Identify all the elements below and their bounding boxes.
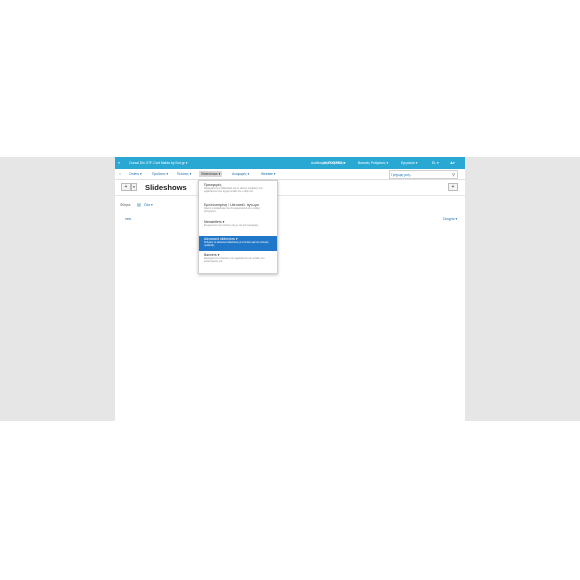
dropdown-item-title: Banners ▾	[204, 253, 220, 257]
dropdown-item-4[interactable]: Advanced slideshow ▾ Ρυθμίστε τα advance…	[199, 236, 277, 251]
top-navigation-bar: ≡ Cursal Dlx OTF-Cart Marks by Dot.gr ▾ …	[115, 157, 465, 169]
app-window: ≡ Cursal Dlx OTF-Cart Marks by Dot.gr ▾ …	[115, 157, 465, 421]
home-menu-icon[interactable]: ⌂	[119, 172, 121, 176]
items-dropdown[interactable]: Στοιχεία ▾	[443, 217, 457, 221]
menu-item-customers[interactable]: Πελάτες ▾	[177, 172, 191, 176]
dropdown-item-1[interactable]: Προσφορές Διαχειριστείτε τα slideshows κ…	[199, 183, 277, 203]
dropdown-item-title: Προσφορές	[204, 183, 222, 187]
dropdown-item-desc: Ρυθμίστε τα advanced slideshows με επιπλ…	[204, 242, 269, 247]
dropdown-item-title: Newsletters ▾	[204, 220, 225, 224]
top-menu-3[interactable]: Βασικές Ρυθμίσεις ▾	[358, 161, 388, 165]
menu-item-orders[interactable]: Orders ▾	[129, 172, 142, 176]
search-icon[interactable]: ⚲	[452, 172, 455, 177]
home-icon[interactable]: ≡	[118, 161, 120, 165]
page-title: Slideshows	[145, 183, 187, 192]
dropdown-item-desc: Ενημερώστε τους πελάτες σας με νέα και π…	[204, 225, 259, 227]
dropdown-item-title: Advanced slideshow ▾	[204, 237, 238, 241]
search-input[interactable]: Γρήγορη ροή...	[391, 173, 412, 177]
menu-item-reports[interactable]: Αναφορές ▾	[232, 172, 249, 176]
dropdown-item-3[interactable]: Newsletters ▾ Ενημερώστε τους πελάτες σα…	[199, 220, 277, 234]
dropdown-item-desc: Διαχειριστείτε τα slideshows και τις εικ…	[204, 188, 263, 193]
dropdown-item-2[interactable]: Εμπλουτισμένη / Lite κατάλ. άγνωμα Ορίστ…	[199, 203, 277, 220]
main-menu-bar: ⌂ Orders ▾ Προϊόντα ▾ Πελάτες ▾ Slidesho…	[115, 169, 465, 180]
right-action-button[interactable]: +	[448, 183, 458, 191]
filter-icon[interactable]: ▤	[137, 202, 141, 207]
app-title-menu[interactable]: Cursal Dlx OTF-Cart Marks by Dot.gr ▾	[129, 161, 187, 165]
quick-search-box[interactable]: Γρήγορη ροή... ⚲	[389, 170, 458, 179]
divider	[115, 195, 465, 196]
top-menu-4[interactable]: Εργαλεία ▾	[401, 161, 417, 165]
filter-dropdown[interactable]: Όλα ▾	[144, 203, 153, 207]
slideshows-dropdown-menu: Προσφορές Διαχειριστείτε τα slideshows κ…	[198, 180, 278, 274]
add-dropdown-button[interactable]: ▾	[131, 183, 137, 191]
add-button[interactable]: +	[121, 183, 131, 191]
dropdown-item-title: Εμπλουτισμένη / Lite κατάλ. άγνωμα	[204, 203, 259, 207]
menu-item-website[interactable]: Website ▾	[261, 172, 275, 176]
filter-label: Φίλτρα:	[120, 203, 132, 207]
user-icon[interactable]: ♟▾	[450, 161, 455, 165]
list-item-new[interactable]: new	[125, 217, 131, 221]
dropdown-item-5[interactable]: Banners ▾ Διαχειριστείτε τα banners που …	[199, 253, 277, 272]
menu-item-slideshows[interactable]: Slideshows ▾	[199, 171, 223, 177]
dropdown-item-desc: Διαχειριστείτε τα banners που εμφανίζοντ…	[204, 258, 265, 263]
language-selector[interactable]: EL ▾	[432, 161, 439, 165]
menu-item-products[interactable]: Προϊόντα ▾	[152, 172, 168, 176]
top-menu-2[interactable]: ΑΝΟΙΧΤΡΕΣ ▾	[323, 161, 345, 165]
dropdown-item-desc: Ορίστε τα slideshows που θα εμφανίζονται…	[204, 208, 260, 213]
list-header-row: new Στοιχεία ▾	[120, 215, 460, 222]
